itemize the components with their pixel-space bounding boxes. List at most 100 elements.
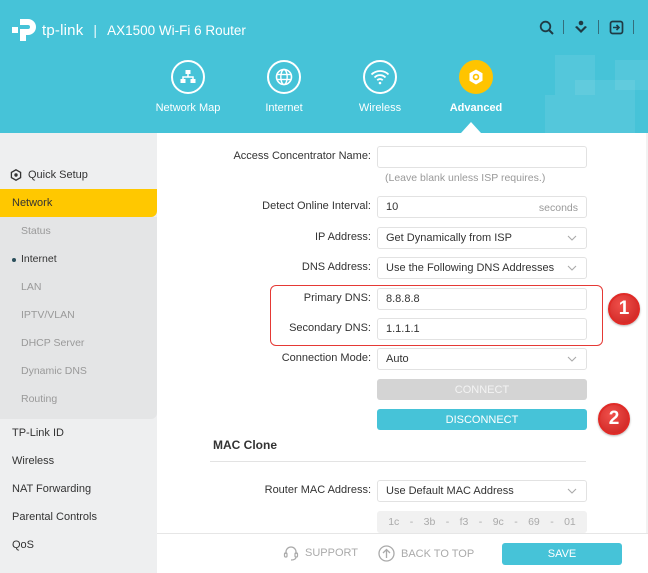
mac-part: 1c <box>388 516 400 528</box>
sidebar-item-label: Quick Setup <box>28 169 88 181</box>
active-nav-indicator <box>461 122 481 133</box>
mac-part: 01 <box>564 516 576 528</box>
header-divider <box>633 20 634 34</box>
detect-interval-label: Detect Online Interval: <box>262 200 371 212</box>
network-map-icon <box>171 60 205 94</box>
annotation-badge-2: 2 <box>598 403 630 435</box>
chevron-down-icon <box>567 235 577 241</box>
router-mac-label: Router MAC Address: <box>264 484 371 496</box>
sidebar-item-quick-setup[interactable]: Quick Setup <box>0 161 157 189</box>
mac-part: f3 <box>459 516 469 528</box>
sidebar-item-qos[interactable]: QoS <box>0 531 157 559</box>
main-content: Access Concentrator Name: (Leave blank u… <box>157 133 648 573</box>
connection-mode-value: Auto <box>386 353 409 365</box>
access-concentrator-hint: (Leave blank unless ISP requires.) <box>385 172 546 184</box>
sidebar-item-nat-forwarding[interactable]: NAT Forwarding <box>0 475 157 503</box>
sidebar-item-parental-controls[interactable]: Parental Controls <box>0 503 157 531</box>
quick-setup-icon <box>10 169 22 181</box>
download-icon[interactable] <box>572 18 590 36</box>
mac-part: 3b <box>423 516 436 528</box>
search-icon[interactable] <box>537 18 555 36</box>
access-concentrator-row: Access Concentrator Name: (Leave blank u… <box>157 146 648 184</box>
sidebar-item-tp-link-id[interactable]: TP-Link ID <box>0 419 157 447</box>
support-link[interactable]: SUPPORT <box>283 545 358 561</box>
ip-address-value: Get Dynamically from ISP <box>386 232 512 244</box>
back-to-top-link[interactable]: BACK TO TOP <box>378 545 474 562</box>
sidebar-item-label: Network <box>12 197 53 209</box>
nav-label: Wireless <box>358 102 402 114</box>
router-mac-value: Use Default MAC Address <box>386 485 514 497</box>
detect-interval-value: 10 <box>386 201 399 213</box>
ip-address-label: IP Address: <box>314 231 371 243</box>
detect-interval-row: Detect Online Interval: 10 seconds <box>157 196 648 218</box>
sidebar-sub-internet[interactable]: Internet <box>0 245 157 273</box>
sidebar-sub-routing[interactable]: Routing <box>0 385 157 413</box>
sidebar-sub-iptv-vlan[interactable]: IPTV/VLAN <box>0 301 157 329</box>
annotation-badge-1: 1 <box>608 293 640 325</box>
chevron-down-icon <box>567 488 577 494</box>
detect-interval-suffix: seconds <box>538 202 578 214</box>
headset-icon <box>283 546 299 561</box>
header-decoration <box>615 60 648 90</box>
mac-address-display: 1c - 3b - f3 - 9c - 69 - 01 <box>377 511 587 533</box>
sidebar-sub-status[interactable]: Status <box>0 217 157 245</box>
sidebar-sub-dynamic-dns[interactable]: Dynamic DNS <box>0 357 157 385</box>
tp-link-logo: tp-link | AX1500 Wi-Fi 6 Router <box>12 17 246 43</box>
connection-mode-label: Connection Mode: <box>281 352 371 364</box>
dns-address-row: DNS Address: Use the Following DNS Addre… <box>157 257 648 279</box>
header-divider <box>563 20 564 34</box>
save-button[interactable]: SAVE <box>502 543 622 565</box>
sidebar: Quick Setup Network Status Internet LAN … <box>0 133 157 573</box>
dns-highlight-box <box>270 285 603 346</box>
access-concentrator-label: Access Concentrator Name: <box>233 150 371 162</box>
dns-address-value: Use the Following DNS Addresses <box>386 262 555 274</box>
sidebar-sub-dhcp-server[interactable]: DHCP Server <box>0 329 157 357</box>
mac-separator: - <box>478 516 483 528</box>
nav-internet[interactable]: Internet <box>236 60 332 114</box>
mac-part: 9c <box>492 516 504 528</box>
mac-part: 69 <box>528 516 540 528</box>
brand-separator: | <box>93 22 98 38</box>
mac-separator: - <box>550 516 554 528</box>
detect-interval-input[interactable]: 10 seconds <box>377 196 587 218</box>
nav-wireless[interactable]: Wireless <box>332 60 428 114</box>
logout-icon[interactable] <box>607 18 625 36</box>
mac-clone-title: MAC Clone <box>213 438 277 452</box>
disconnect-button[interactable]: DISCONNECT <box>377 409 587 430</box>
header-divider <box>598 20 599 34</box>
router-mac-select[interactable]: Use Default MAC Address <box>377 480 587 502</box>
nav-network-map[interactable]: Network Map <box>140 60 236 114</box>
wifi-icon <box>363 60 397 94</box>
dns-address-select[interactable]: Use the Following DNS Addresses <box>377 257 587 279</box>
back-to-top-label: BACK TO TOP <box>401 547 475 560</box>
mac-separator: - <box>514 516 518 528</box>
header-actions <box>537 18 634 36</box>
nav-label: Advanced <box>449 102 503 114</box>
gear-icon <box>459 60 493 94</box>
router-mac-row: Router MAC Address: Use Default MAC Addr… <box>157 480 648 502</box>
tp-link-logo-icon <box>12 17 38 43</box>
globe-icon <box>267 60 301 94</box>
ip-address-select[interactable]: Get Dynamically from ISP <box>377 227 587 249</box>
ip-address-row: IP Address: Get Dynamically from ISP <box>157 227 648 249</box>
sidebar-sub-lan[interactable]: LAN <box>0 273 157 301</box>
network-submenu: Status Internet LAN IPTV/VLAN DHCP Serve… <box>0 217 157 419</box>
support-label: SUPPORT <box>305 547 358 559</box>
main-nav: Network Map Internet Wireless Advanced <box>140 60 524 114</box>
connect-button[interactable]: CONNECT <box>377 379 587 400</box>
footer: SUPPORT BACK TO TOP SAVE <box>157 533 648 573</box>
access-concentrator-input[interactable] <box>377 146 587 168</box>
brand-name: tp-link <box>42 21 84 39</box>
header-decoration <box>545 95 575 133</box>
connection-mode-select[interactable]: Auto <box>377 348 587 370</box>
chevron-down-icon <box>567 265 577 271</box>
nav-label: Network Map <box>155 102 221 114</box>
sidebar-item-network[interactable]: Network <box>0 189 157 217</box>
chevron-down-icon <box>567 356 577 362</box>
header: tp-link | AX1500 Wi-Fi 6 Router Network … <box>0 0 648 133</box>
mac-separator: - <box>445 516 450 528</box>
mac-separator: - <box>409 516 414 528</box>
section-divider <box>210 461 586 462</box>
nav-advanced[interactable]: Advanced <box>428 60 524 114</box>
sidebar-item-wireless[interactable]: Wireless <box>0 447 157 475</box>
